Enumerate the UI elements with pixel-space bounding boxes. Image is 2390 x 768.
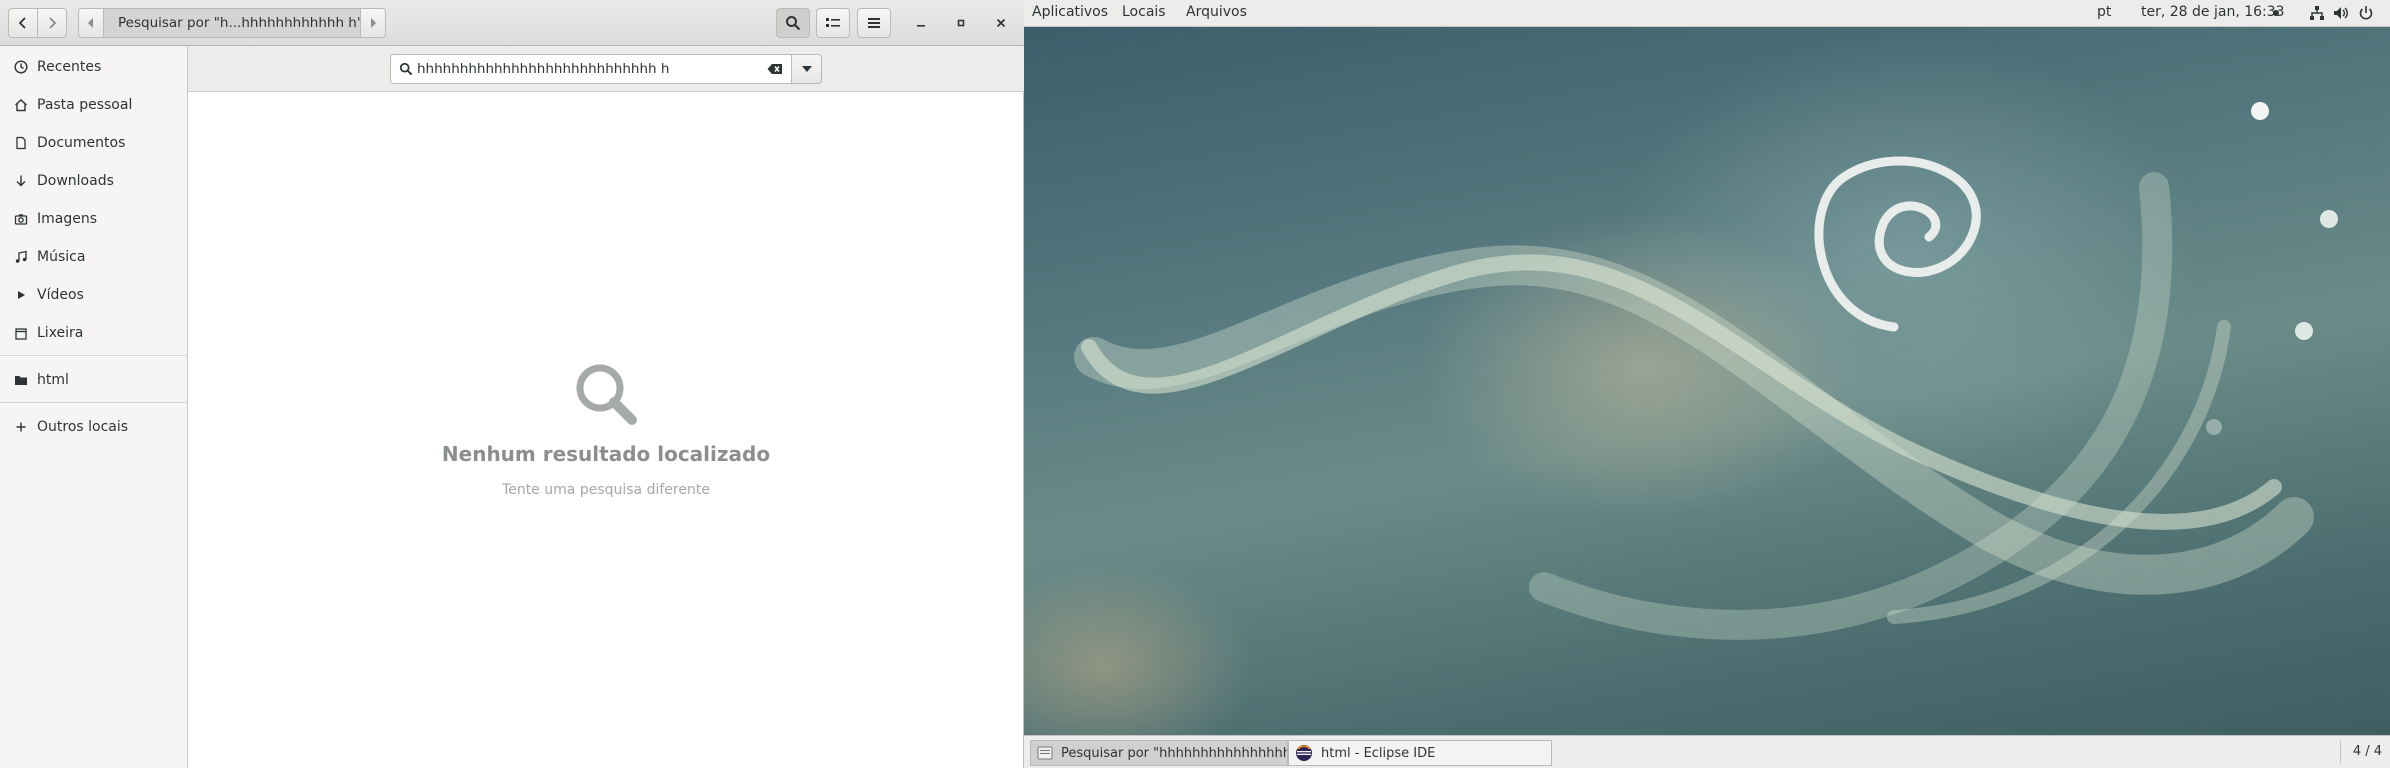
sidebar-item-label: Downloads	[37, 173, 114, 189]
search-options-button[interactable]	[792, 54, 822, 84]
files-app-icon	[1037, 745, 1053, 761]
task-files-window[interactable]: Pesquisar por "hhhhhhhhhhhhhhhhhh...	[1030, 740, 1288, 766]
hamburger-icon	[868, 18, 880, 28]
files-window: Pesquisar por "h...hhhhhhhhhhhh h" Recen	[0, 0, 1024, 768]
sidebar-item-recentes[interactable]: Recentes	[0, 48, 188, 86]
debian-logo-icon	[1814, 156, 1981, 332]
document-icon	[13, 135, 29, 151]
chevron-down-icon	[801, 66, 812, 72]
search-bar: hhhhhhhhhhhhhhhhhhhhhhhhhhhh h	[188, 46, 1024, 92]
sidebar-item-musica[interactable]: Música	[0, 238, 188, 276]
sidebar: Recentes Pasta pessoal Documentos Downlo…	[0, 46, 188, 768]
arrow-left-icon	[88, 18, 93, 28]
view-toggle-button[interactable]	[816, 8, 850, 38]
video-icon	[13, 287, 29, 303]
debian-wallpaper-art	[1074, 102, 2338, 640]
sidebar-item-lixeira[interactable]: Lixeira	[0, 314, 188, 352]
sidebar-item-label: Imagens	[37, 211, 98, 227]
task-label: Pesquisar por "hhhhhhhhhhhhhhhhhh...	[1061, 745, 1287, 761]
back-button[interactable]	[8, 8, 38, 38]
applications-menu[interactable]: Aplicativos	[1032, 4, 1108, 20]
sidebar-item-outros-locais[interactable]: Outros locais	[0, 408, 188, 446]
sidebar-item-pasta-pessoal[interactable]: Pasta pessoal	[0, 86, 188, 124]
forward-button[interactable]	[37, 8, 67, 38]
clock[interactable]: ter, 28 de jan, 16:33	[2141, 4, 2285, 20]
sidebar-separator	[0, 355, 188, 356]
window-list: Pesquisar por "hhhhhhhhhhhhhhhhhh... htm…	[1024, 735, 2390, 768]
search-input[interactable]: hhhhhhhhhhhhhhhhhhhhhhhhhhhh h	[390, 54, 792, 84]
sidebar-item-videos[interactable]: Vídeos	[0, 276, 188, 314]
keyboard-layout-indicator[interactable]: pt	[2097, 4, 2111, 20]
path-bar: Pesquisar por "h...hhhhhhhhhhhh h"	[78, 8, 388, 38]
task-label: html - Eclipse IDE	[1321, 745, 1436, 761]
wallpaper	[1024, 27, 2390, 735]
path-scroll-left-button[interactable]	[78, 8, 104, 38]
maximize-icon	[957, 19, 965, 27]
header-bar: Pesquisar por "h...hhhhhhhhhhhh h"	[0, 0, 1024, 46]
notification-dot-icon	[2273, 10, 2279, 16]
empty-state-subtitle: Tente uma pesquisa diferente	[502, 482, 710, 498]
places-menu[interactable]: Locais	[1122, 4, 1166, 20]
trash-icon	[13, 325, 29, 341]
music-icon	[13, 249, 29, 265]
sidebar-item-label: Documentos	[37, 135, 126, 151]
workspace-indicator[interactable]: 4 / 4	[2353, 744, 2382, 759]
camera-icon	[13, 211, 29, 227]
download-icon	[13, 173, 29, 189]
menu-button[interactable]	[857, 8, 891, 38]
sidebar-item-html[interactable]: html	[0, 361, 188, 399]
minimize-icon	[917, 25, 925, 27]
sidebar-item-label: Música	[37, 249, 86, 265]
list-view-icon	[826, 18, 840, 27]
close-icon	[996, 18, 1006, 28]
search-large-icon	[576, 364, 637, 425]
eclipse-icon	[1295, 744, 1313, 762]
empty-state-title: Nenhum resultado localizado	[441, 442, 771, 466]
arrow-right-icon	[371, 18, 376, 28]
path-scroll-right-button[interactable]	[360, 8, 386, 38]
sidebar-item-label: Outros locais	[37, 419, 129, 435]
sidebar-item-label: Lixeira	[37, 325, 84, 341]
sidebar-item-label: Pasta pessoal	[37, 97, 133, 113]
power-menu-icon[interactable]	[2358, 5, 2374, 25]
sidebar-item-label: Recentes	[37, 59, 102, 75]
clock-icon	[13, 59, 29, 75]
search-toggle-button[interactable]	[776, 8, 810, 38]
minimize-button[interactable]	[908, 10, 934, 36]
chevron-right-icon	[49, 17, 57, 29]
sidebar-item-downloads[interactable]: Downloads	[0, 162, 188, 200]
path-crumb-search[interactable]: Pesquisar por "h...hhhhhhhhhhhh h"	[104, 8, 360, 38]
task-eclipse-window[interactable]: html - Eclipse IDE	[1288, 740, 1552, 766]
home-icon	[13, 97, 29, 113]
volume-icon[interactable]	[2333, 5, 2349, 25]
sidebar-item-label: Vídeos	[37, 287, 84, 303]
top-panel: Aplicativos Locais Arquivos pt ter, 28 d…	[1024, 0, 2390, 27]
folder-icon	[13, 372, 29, 388]
sidebar-separator	[0, 402, 188, 403]
search-icon	[399, 62, 413, 76]
sidebar-item-label: html	[37, 372, 69, 388]
close-button[interactable]	[988, 10, 1014, 36]
files-app-menu[interactable]: Arquivos	[1186, 4, 1247, 20]
desktop: Aplicativos Locais Arquivos pt ter, 28 d…	[1024, 0, 2390, 768]
sidebar-item-imagens[interactable]: Imagens	[0, 200, 188, 238]
workspace-separator	[2340, 740, 2341, 764]
chevron-left-icon	[18, 17, 26, 29]
network-icon[interactable]	[2309, 5, 2325, 25]
sidebar-item-documentos[interactable]: Documentos	[0, 124, 188, 162]
search-input-value: hhhhhhhhhhhhhhhhhhhhhhhhhhhh h	[417, 61, 670, 77]
maximize-button[interactable]	[948, 10, 974, 36]
clear-search-icon[interactable]	[767, 63, 783, 75]
plus-icon	[13, 419, 29, 435]
search-icon	[786, 16, 801, 31]
